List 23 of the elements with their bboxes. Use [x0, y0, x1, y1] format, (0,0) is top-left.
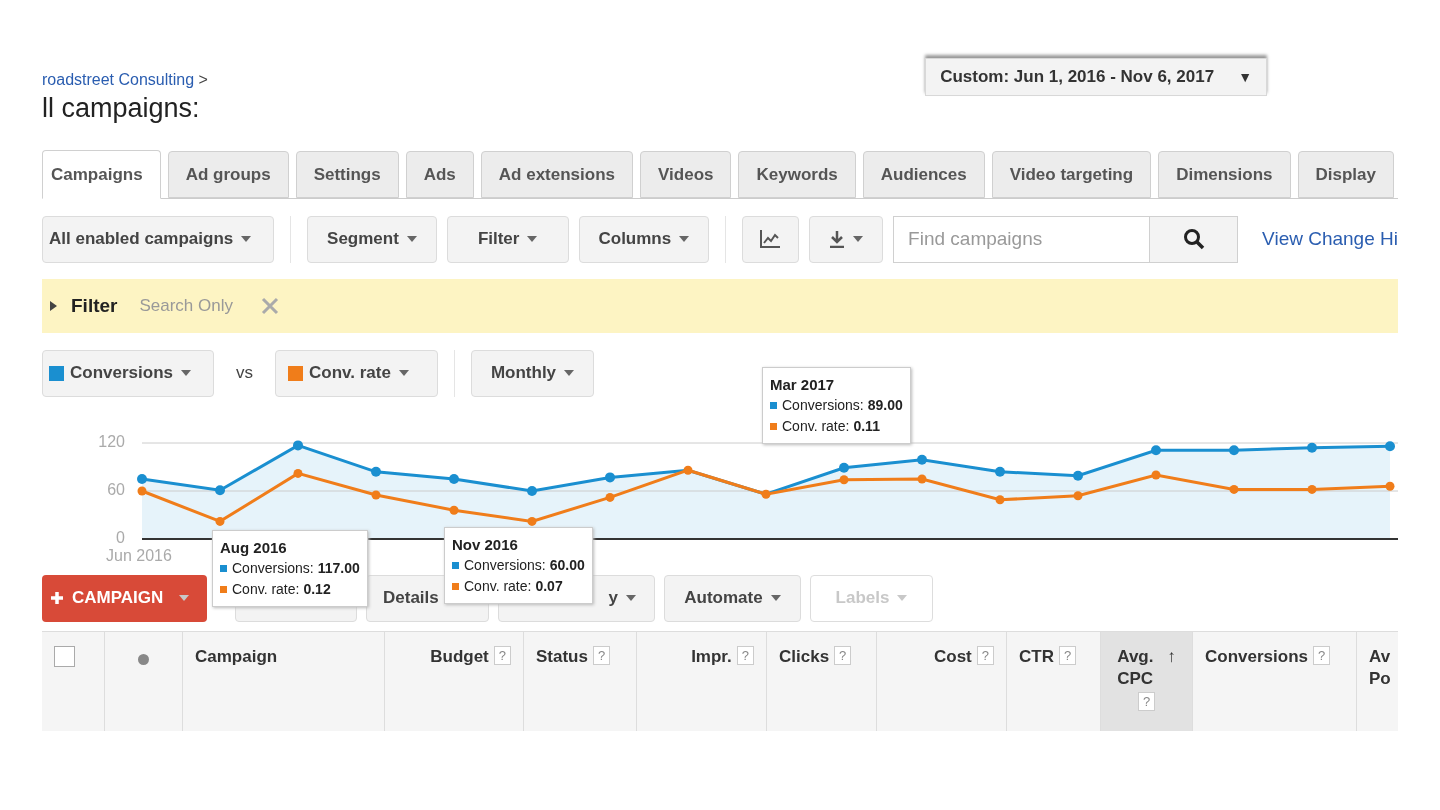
tooltip-value: 117.00 — [317, 559, 360, 578]
page-title: ll campaigns: — [42, 92, 201, 125]
tooltip-value: 89.00 — [867, 396, 903, 415]
breadcrumb-separator: > — [198, 71, 208, 88]
tooltip-value: 60.00 — [549, 556, 585, 575]
axis-label: 120 — [98, 434, 125, 450]
filter-value: Search Only — [139, 295, 233, 318]
axis-label: Jun 2016 — [106, 548, 172, 564]
tooltip-value: 0.11 — [853, 417, 880, 436]
tooltip-title: Mar 2017 — [770, 375, 836, 395]
tooltip-title: Nov 2016 — [452, 535, 519, 555]
sort-arrow: ↑ — [1167, 646, 1176, 668]
tooltip-label: Conversions: — [464, 556, 546, 575]
tooltip-value: 0.12 — [303, 580, 331, 599]
tooltip-label: Conversions: — [232, 559, 314, 578]
tooltip-title: Aug 2016 — [220, 538, 288, 558]
axis-label: 0 — [116, 530, 125, 546]
tooltip-value: 0.07 — [535, 577, 563, 596]
tooltip-label: Conversions: — [782, 396, 864, 415]
tooltip-label: Conv. rate: — [232, 580, 300, 599]
axis-label: 60 — [107, 482, 125, 498]
tooltip-label: Conv. rate: — [782, 417, 850, 436]
vs-label: vs — [235, 362, 254, 385]
